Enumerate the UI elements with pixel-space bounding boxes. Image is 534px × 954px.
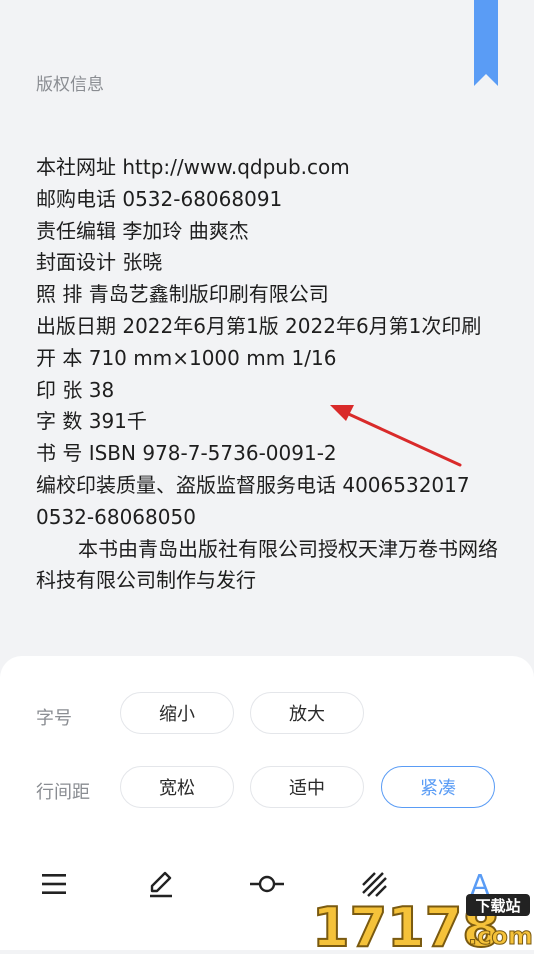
content-line: 邮购电话 0532-68068091 <box>36 186 283 211</box>
spacing-medium-button[interactable]: 适中 <box>250 766 364 808</box>
spacing-compact-button[interactable]: 紧凑 <box>381 766 495 808</box>
content-line: 责任编辑 李加玲 曲爽杰 <box>36 218 249 243</box>
section-title: 版权信息 <box>36 75 104 95</box>
content-line: 照 排 青岛艺鑫制版印刷有限公司 <box>36 282 329 307</box>
watermark-logo: 17178 下载站 .com <box>308 888 534 954</box>
pencil-icon[interactable] <box>143 866 179 902</box>
enlarge-font-button[interactable]: 放大 <box>250 692 364 734</box>
bookmark-ribbon-icon[interactable] <box>474 0 498 86</box>
content-paragraph: 本书由青岛出版社有限公司授权天津万卷书网络科技有限公司制作与发行 <box>36 536 498 593</box>
shrink-font-button[interactable]: 缩小 <box>120 692 234 734</box>
content-line: 本社网址 http://www.qdpub.com <box>36 155 350 179</box>
content-line: 封面设计 张晓 <box>36 250 163 275</box>
content-line: 开 本 710 mm×1000 mm 1/16 <box>36 345 337 370</box>
progress-icon[interactable] <box>249 866 285 902</box>
line-spacing-label: 行间距 <box>36 782 90 803</box>
annotation-arrow <box>330 405 462 467</box>
menu-icon[interactable] <box>36 866 72 902</box>
book-content: 本社网址 http://www.qdpub.com 邮购电话 0532-6806… <box>36 152 506 597</box>
watermark-tag: 下载站 <box>475 897 520 915</box>
content-line: 编校印装质量、盗版监督服务电话 4006532017 0532-68068050 <box>36 472 470 529</box>
spacing-loose-button[interactable]: 宽松 <box>120 766 234 808</box>
font-size-label: 字号 <box>36 708 72 729</box>
content-line: 出版日期 2022年6月第1版 2022年6月第1次印刷 <box>36 313 482 338</box>
watermark-domain: .com <box>468 922 533 950</box>
